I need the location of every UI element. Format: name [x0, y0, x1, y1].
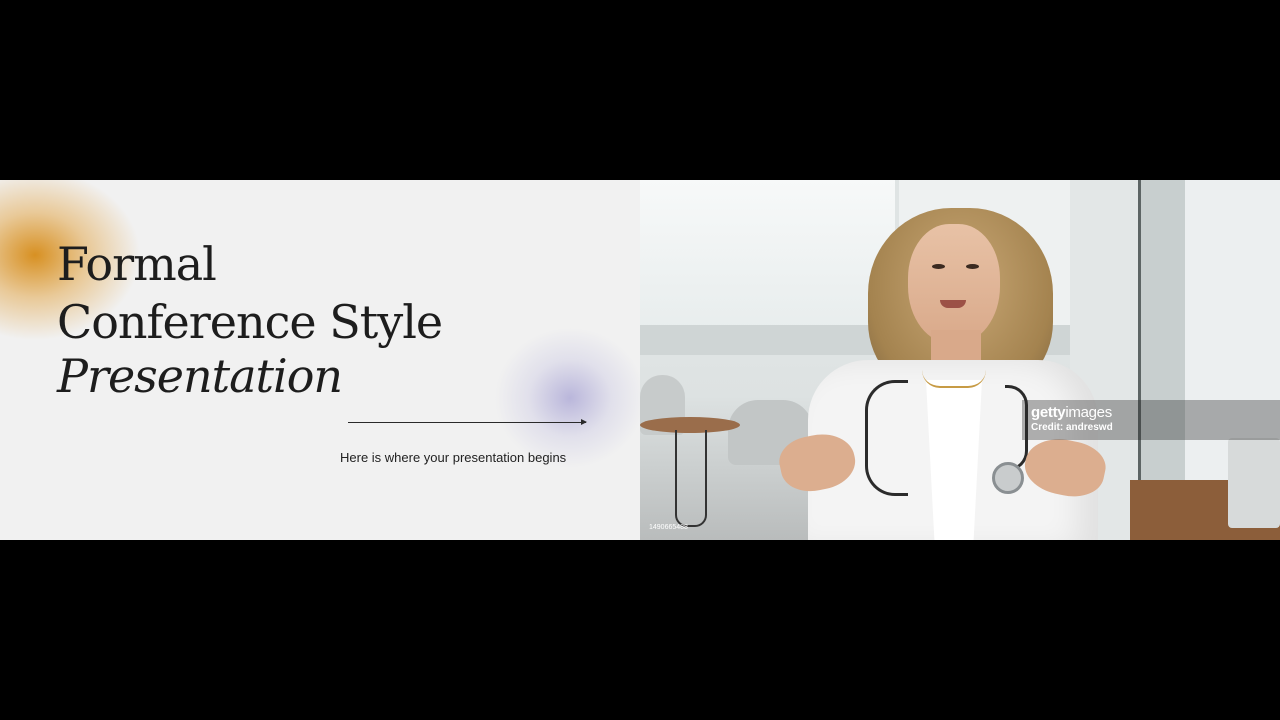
watermark-logo: gettyimages: [1031, 404, 1112, 421]
stethoscope-icon: [865, 380, 908, 496]
slide-subtitle: Here is where your presentation begins: [340, 450, 567, 465]
lavender-gradient-blob: [495, 328, 640, 468]
title-line-3: Presentation: [57, 349, 343, 403]
stethoscope-chestpiece: [992, 462, 1024, 494]
speaker-video: gettyimages Credit: andreswd 1490665488: [640, 180, 1280, 540]
computer-monitor: [1228, 438, 1280, 528]
watermark-credit: Credit: andreswd: [1031, 422, 1113, 433]
speaker-mouth: [940, 300, 966, 308]
watermark-brand-light: images: [1065, 404, 1112, 421]
speaker-blouse: [926, 380, 982, 540]
image-id: 1490665488: [649, 524, 688, 531]
arrow-divider: [348, 419, 587, 425]
speaker-right-eye: [966, 264, 979, 269]
slide-title: Formal Conference Style Presentation: [57, 235, 443, 405]
speaker-left-eye: [932, 264, 945, 269]
speaker-face: [908, 224, 1000, 344]
presentation-viewport: Formal Conference Style Presentation Her…: [0, 180, 1280, 540]
title-line-2: Conference Style: [57, 295, 443, 349]
title-line-1: Formal: [57, 237, 217, 291]
watermark-brand-bold: getty: [1031, 404, 1066, 421]
side-table-base: [675, 430, 707, 527]
title-slide: Formal Conference Style Presentation Her…: [0, 180, 640, 540]
speaker-necklace: [922, 370, 986, 388]
